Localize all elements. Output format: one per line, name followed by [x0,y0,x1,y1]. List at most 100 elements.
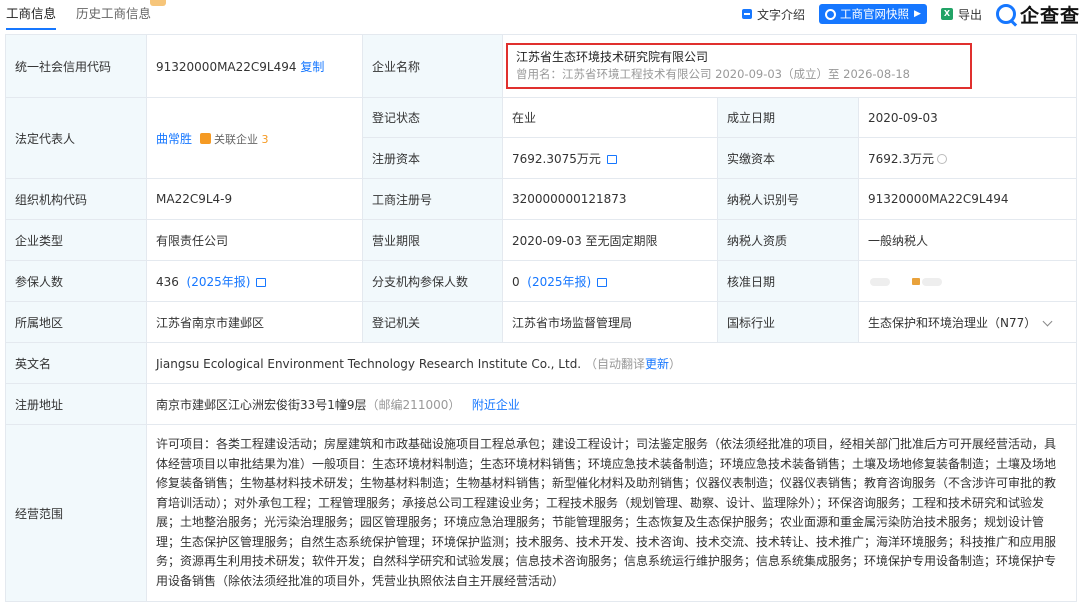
reg-capital-value: 7692.3075万元 [512,151,601,166]
chart-link-icon[interactable] [606,154,617,164]
top-bar: 工商信息 历史工商信息 文字介绍 工商官网快照 ▶ X 导出 企查查 [0,0,1080,34]
document-icon [742,9,753,19]
reg-capital-cell: 7692.3075万元 [502,137,718,179]
table-row: 英文名 Jiangsu Ecological Environment Techn… [5,342,1078,384]
former-name: 曾用名：江苏省环境工程技术有限公司 2020-09-03（成立）至 2026-0… [516,67,910,81]
branch-report-link[interactable]: (2025年报) [527,275,591,289]
excel-icon: X [940,8,953,20]
industry-value: 生态保护和环境治理业（N77） [868,315,1037,330]
related-company-link[interactable]: 关联企业 3 [214,133,269,146]
insured-report-link[interactable]: (2025年报) [187,275,251,289]
insured-count-label: 参保人数 [5,260,147,302]
tab-business-info[interactable]: 工商信息 [6,6,57,30]
table-row: 参保人数 436 (2025年报) 分支机构参保人数 0 (2025年报) 核准… [5,260,1078,302]
company-type-value: 有限责任公司 [146,219,363,261]
biz-scope-label: 经营范围 [5,424,147,602]
branch-insured-value: 0 [512,274,520,289]
blurred-value [922,278,942,286]
legal-rep-cell: 曲常胜 关联企业 3 [146,97,363,179]
qichacha-logo: 企查查 [995,1,1080,28]
found-date-value: 2020-09-03 [857,97,1078,138]
taxpayer-id-label: 纳税人识别号 [717,178,859,220]
credit-code-cell: 91320000MA22C9L494 复制 [146,34,363,98]
reg-status-label: 登记状态 [362,97,503,138]
company-name-value: 江苏省生态环境技术研究院有限公司 [516,50,709,64]
region-value: 江苏省南京市建邺区 [146,301,363,343]
text-intro-label: 文字介绍 [757,7,806,22]
business-info-table: 统一社会信用代码 91320000MA22C9L494 复制 企业名称 江苏省生… [5,34,1078,602]
taxpayer-qual-label: 纳税人资质 [717,219,859,261]
logo-text: 企查查 [1019,4,1080,27]
info-icon[interactable] [937,153,947,164]
blurred-value [870,278,890,286]
industry-cell[interactable]: 生态保护和环境治理业（N77） [857,301,1078,343]
postcode: （邮编211000） [366,397,461,412]
related-company-icon [200,132,212,144]
reg-capital-label: 注册资本 [362,137,503,179]
table-row: 法定代表人 曲常胜 关联企业 3 登记状态 在业 成立日期 2020-09-03 [5,97,1078,179]
biz-scope-value: 许可项目：各类工程建设活动；房屋建筑和市政基础设施项目工程总承包；建设工程设计；… [145,424,1078,602]
table-row: 统一社会信用代码 91320000MA22C9L494 复制 企业名称 江苏省生… [5,34,1078,98]
table-row: 所属地区 江苏省南京市建邺区 登记机关 江苏省市场监督管理局 国标行业 生态保护… [5,301,1078,343]
biz-term-label: 营业期限 [362,219,503,261]
export-button[interactable]: X 导出 [940,6,982,23]
approval-date-cell[interactable] [857,260,1078,302]
table-row: 组织机构代码 MA22C9L4-9 工商注册号 320000000121873 … [5,178,1078,220]
logo-mark-icon [995,4,1016,24]
chart-link-icon[interactable] [256,277,267,287]
english-name-value: Jiangsu Ecological Environment Technolog… [156,356,582,371]
snapshot-label: 工商官网快照 [840,7,910,21]
english-name-label: 英文名 [5,342,147,384]
reg-address-label: 注册地址 [5,383,147,425]
biz-reg-no-label: 工商注册号 [362,178,503,220]
org-code-label: 组织机构代码 [5,178,147,220]
reg-authority-label: 登记机关 [362,301,503,343]
branch-insured-label: 分支机构参保人数 [362,260,503,302]
insured-count-cell: 436 (2025年报) [146,260,363,302]
org-code-value: MA22C9L4-9 [146,178,363,220]
auto-translate-note: （自动翻译更新） [585,357,681,371]
company-type-label: 企业类型 [5,219,147,261]
paid-capital-label: 实缴资本 [717,137,859,179]
table-row: 注册地址 南京市建邺区江心洲宏俊街33号1幢9层（邮编211000） 附近企业 [5,383,1078,425]
reg-status-value: 在业 [502,97,718,138]
credit-code-label: 统一社会信用代码 [5,34,147,98]
text-intro-button[interactable]: 文字介绍 [742,6,805,23]
taxpayer-id-value: 91320000MA22C9L494 [857,178,1078,220]
export-label: 导出 [957,7,982,22]
paid-capital-cell: 7692.3万元 [857,137,1078,179]
approval-date-label: 核准日期 [717,260,859,302]
reg-authority-value: 江苏省市场监督管理局 [502,301,718,343]
region-label: 所属地区 [5,301,147,343]
credit-code-value: 91320000MA22C9L494 [156,59,297,74]
legal-rep-link[interactable]: 曲常胜 [156,132,192,146]
legal-rep-label: 法定代表人 [5,97,147,179]
company-name-label: 企业名称 [362,34,503,98]
vip-badge-icon [150,0,166,6]
chart-link-icon[interactable] [597,277,608,287]
camera-icon [825,8,837,20]
address-value: 南京市建邺区江心洲宏俊街33号1幢9层 [156,397,367,412]
taxpayer-qual-value: 一般纳税人 [857,219,1078,261]
insured-count-value: 436 [156,274,179,289]
copy-link[interactable]: 复制 [300,60,324,74]
industry-label: 国标行业 [717,301,859,343]
highlight-box: 江苏省生态环境技术研究院有限公司 曾用名：江苏省环境工程技术有限公司 2020-… [506,43,972,89]
biz-term-value: 2020-09-03 至无固定期限 [502,219,718,261]
related-count: 3 [261,132,269,146]
company-name-cell: 江苏省生态环境技术研究院有限公司 曾用名：江苏省环境工程技术有限公司 2020-… [501,34,1078,98]
toolbar: 文字介绍 工商官网快照 ▶ X 导出 企查查 [728,0,1080,28]
reg-address-cell: 南京市建邺区江心洲宏俊街33号1幢9层（邮编211000） 附近企业 [145,383,1078,425]
paid-capital-value: 7692.3万元 [868,151,934,166]
english-name-cell: Jiangsu Ecological Environment Technolog… [145,342,1078,384]
found-date-label: 成立日期 [717,97,859,138]
table-row: 企业类型 有限责任公司 营业期限 2020-09-03 至无固定期限 纳税人资质… [5,219,1078,261]
update-link[interactable]: 更新 [645,357,669,371]
nearby-companies-link[interactable]: 附近企业 [472,398,520,412]
table-row: 经营范围 许可项目：各类工程建设活动；房屋建筑和市政基础设施项目工程总承包；建设… [5,424,1078,602]
auto-translate-text: （自动翻译 [584,356,645,371]
related-prefix: 关联企业 [214,132,259,146]
snapshot-button[interactable]: 工商官网快照 ▶ [819,4,927,24]
lock-icon [912,278,920,285]
tab-history-business-info[interactable]: 历史工商信息 [76,6,151,22]
